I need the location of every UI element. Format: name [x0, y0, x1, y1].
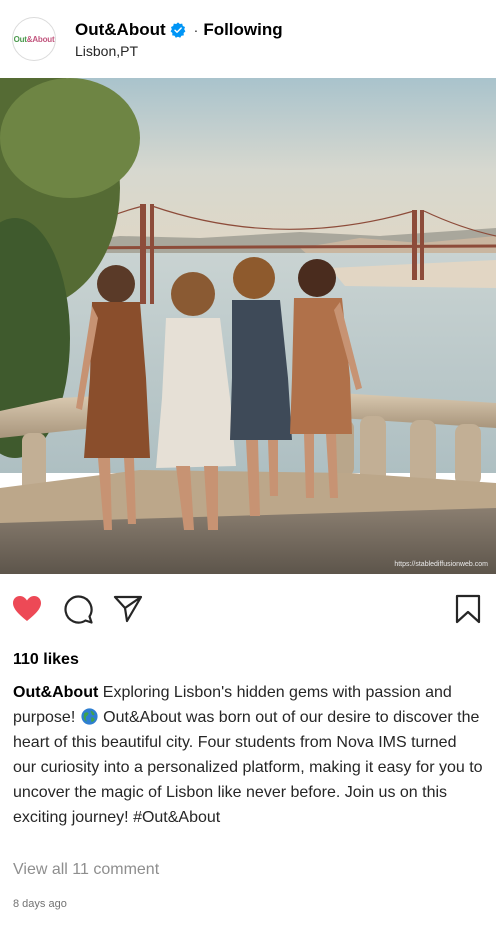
- caption: Out&About Exploring Lisbon's hidden gems…: [13, 680, 483, 830]
- caption-username[interactable]: Out&About: [13, 684, 98, 701]
- post-header: Out&About Out&About · Following Lisbon,P…: [0, 0, 496, 78]
- photo-watermark: https://stablediffusionweb.com: [394, 561, 488, 568]
- post-photo[interactable]: https://stablediffusionweb.com: [0, 78, 496, 574]
- post-image: https://stablediffusionweb.com: [0, 78, 496, 574]
- globe-icon: [81, 708, 98, 725]
- location-link[interactable]: Lisbon,PT: [75, 43, 283, 59]
- verified-badge-icon: [170, 21, 186, 38]
- separator-dot: ·: [193, 21, 199, 38]
- likes-count[interactable]: 110 likes: [13, 651, 79, 669]
- bookmark-icon[interactable]: [452, 593, 484, 625]
- header-row: Out&About · Following: [75, 20, 283, 40]
- following-button[interactable]: Following: [203, 20, 282, 40]
- username-link[interactable]: Out&About: [75, 20, 166, 40]
- comment-icon[interactable]: [62, 593, 94, 625]
- avatar-logo: Out&About: [13, 34, 55, 44]
- view-comments-link[interactable]: View all 11 comment: [13, 861, 159, 879]
- heart-filled-icon[interactable]: [11, 593, 43, 625]
- post-timestamp: 8 days ago: [13, 898, 67, 910]
- caption-text-part2: Out&About was born out of our desire to …: [13, 709, 483, 826]
- header-text: Out&About · Following Lisbon,PT: [75, 20, 283, 59]
- action-bar: [0, 583, 496, 633]
- share-icon[interactable]: [112, 593, 144, 625]
- avatar[interactable]: Out&About: [12, 17, 56, 61]
